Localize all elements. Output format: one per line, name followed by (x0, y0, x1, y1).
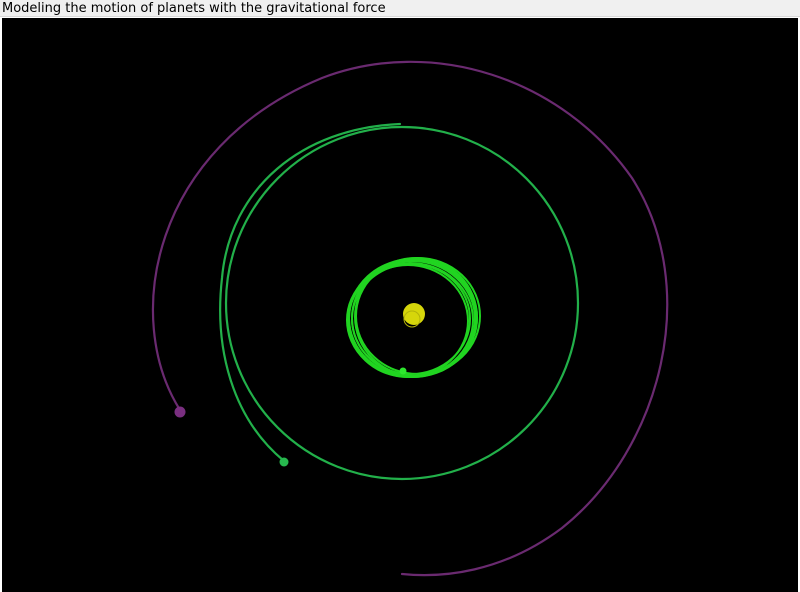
canvas-frame (0, 17, 800, 592)
space-background (2, 18, 798, 592)
simulation-canvas[interactable] (2, 18, 798, 592)
title-bar: Modeling the motion of planets with the … (0, 0, 800, 17)
app-window: Modeling the motion of planets with the … (0, 0, 800, 592)
outer-planet (174, 406, 186, 418)
inner-planet (399, 367, 407, 375)
window-title: Modeling the motion of planets with the … (2, 1, 386, 16)
middle-planet (279, 457, 289, 467)
